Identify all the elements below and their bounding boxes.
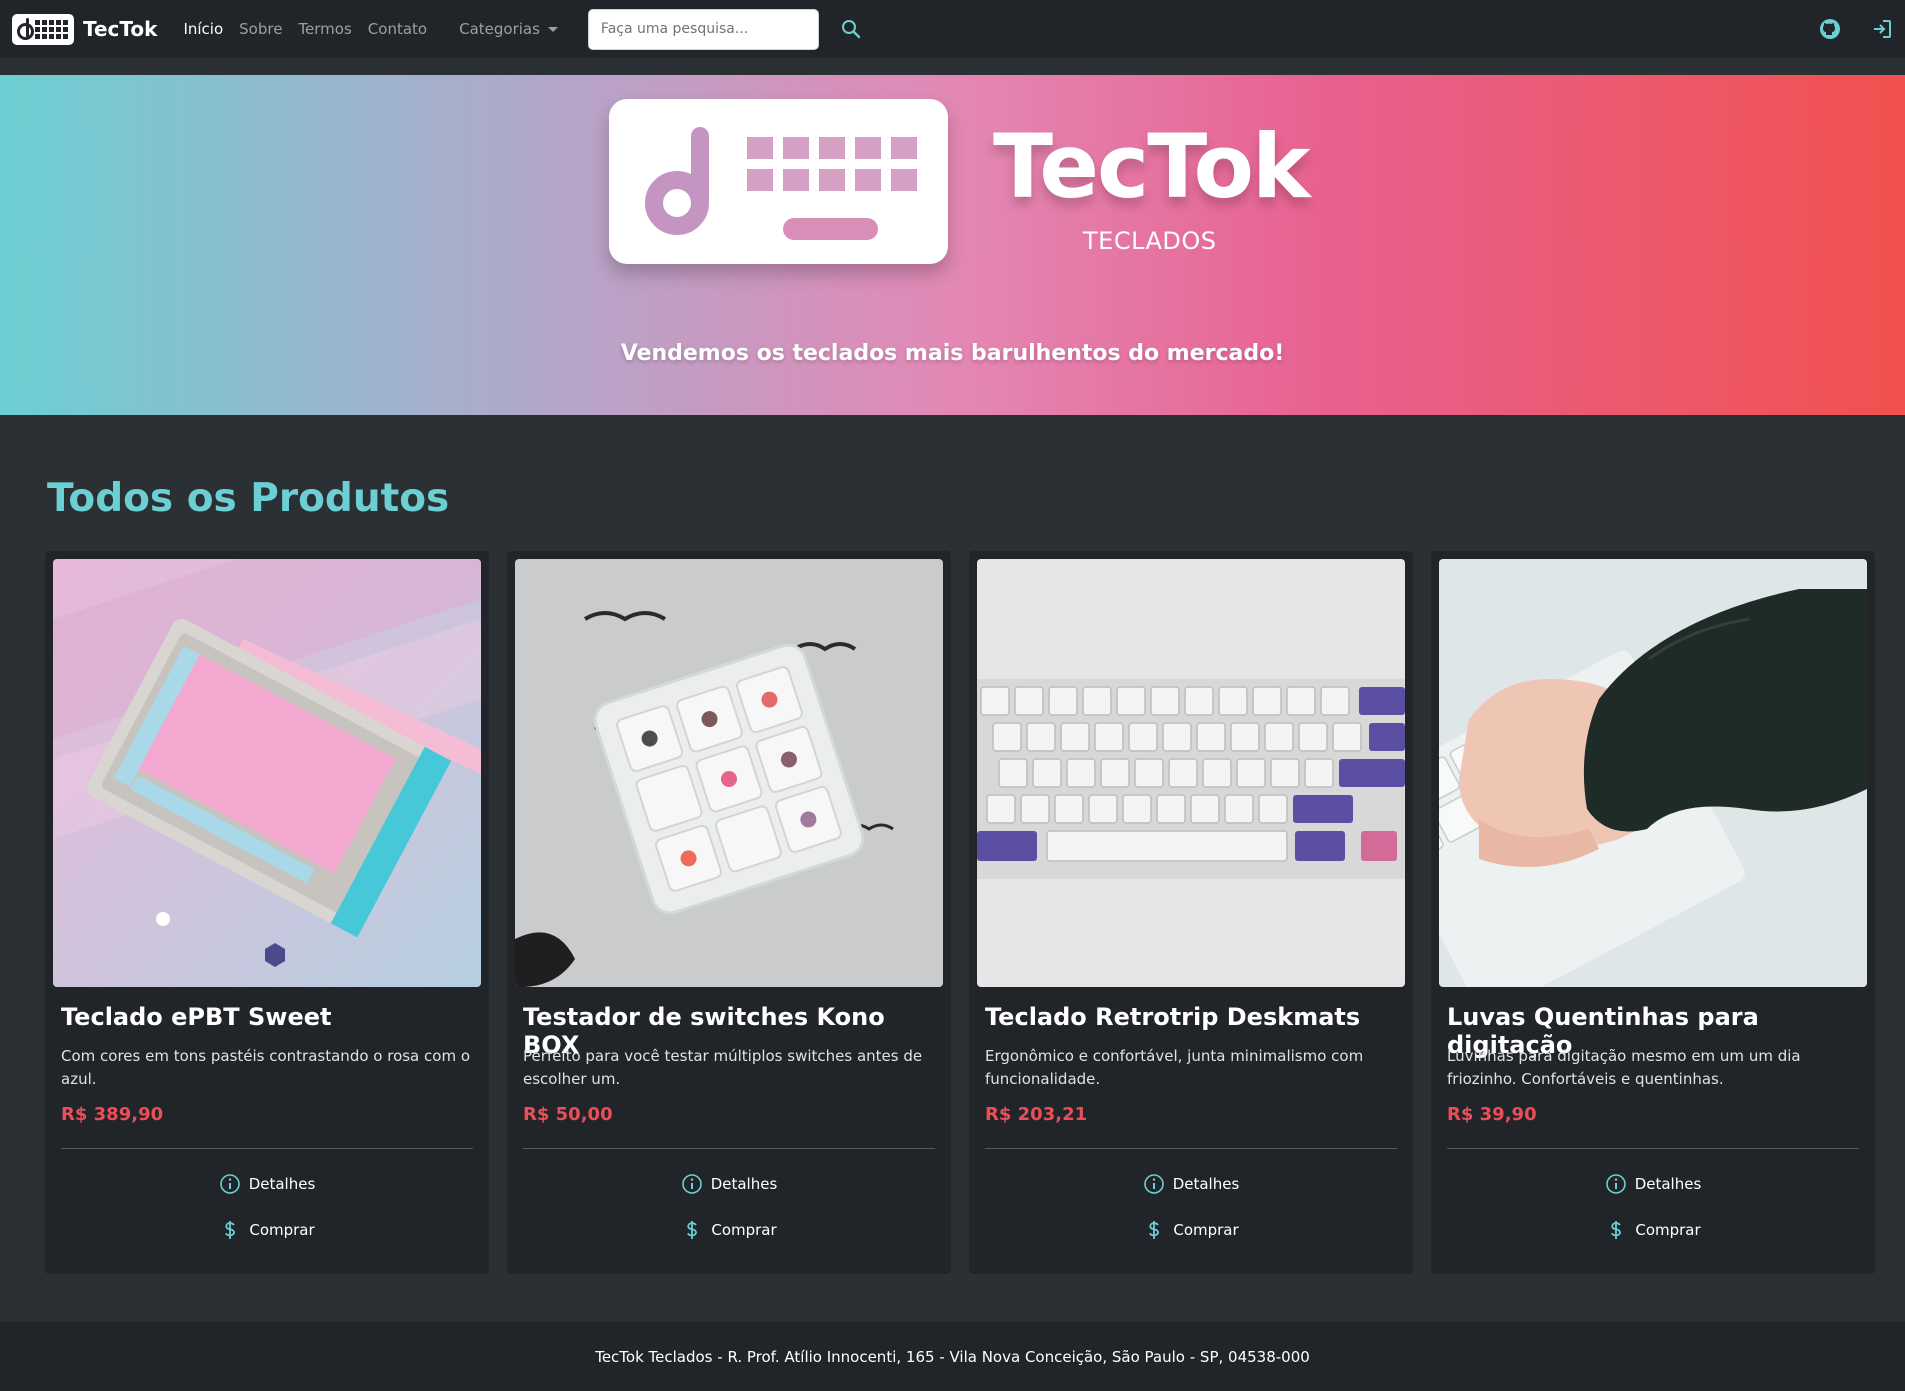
product-image-typing-gloves[interactable]	[1439, 559, 1867, 987]
product-image-switch-tester[interactable]	[515, 559, 943, 987]
github-link[interactable]	[1817, 16, 1843, 42]
divider	[985, 1148, 1397, 1149]
product-card: Teclado ePBT Sweet Com cores em tons pas…	[45, 551, 489, 1274]
dollar-icon	[687, 1221, 698, 1239]
login-icon	[1874, 20, 1891, 38]
navbar: TecTok Início Sobre Termos Contato Categ…	[0, 0, 1905, 58]
info-circle-icon	[219, 1174, 240, 1194]
product-description: Luvinhas para digitação mesmo em um um d…	[1447, 1047, 1801, 1088]
nav-link-termos[interactable]: Termos	[298, 20, 351, 38]
buy-button[interactable]: Comprar	[507, 1215, 951, 1245]
info-circle-icon	[1605, 1174, 1626, 1194]
product-price: R$ 50,00	[523, 1104, 613, 1125]
divider	[61, 1148, 473, 1149]
dollar-icon	[1611, 1221, 1622, 1239]
product-image-retro-keyboard[interactable]	[977, 559, 1405, 987]
search-icon	[841, 20, 861, 39]
product-description: Perfeito para você testar múltiplos swit…	[523, 1047, 923, 1088]
hero-logo-icon	[609, 99, 948, 264]
details-button[interactable]: Detalhes	[507, 1169, 951, 1199]
divider	[1447, 1148, 1859, 1149]
product-card: Testador de switches Kono BOX Perfeito p…	[507, 551, 951, 1274]
hero-subtitle: TECLADOS	[1083, 227, 1217, 255]
caret-down-icon	[547, 26, 558, 32]
categories-dropdown-label: Categorias	[459, 20, 540, 38]
buy-button[interactable]: Comprar	[1431, 1215, 1875, 1245]
details-label: Detalhes	[248, 1175, 316, 1193]
details-button[interactable]: Detalhes	[969, 1169, 1413, 1199]
brand-logo-icon	[12, 13, 74, 45]
details-button[interactable]: Detalhes	[1431, 1169, 1875, 1199]
brand-name: TecTok	[83, 17, 158, 41]
info-circle-icon	[681, 1174, 702, 1194]
footer: TecTok Teclados - R. Prof. Atílio Innoce…	[0, 1322, 1905, 1391]
details-label: Detalhes	[1634, 1175, 1702, 1193]
search-input[interactable]	[587, 8, 819, 50]
categories-dropdown[interactable]: Categorias	[459, 20, 558, 38]
brand[interactable]: TecTok	[12, 0, 157, 58]
product-price: R$ 389,90	[61, 1104, 164, 1125]
buy-label: Comprar	[711, 1221, 777, 1239]
dollar-icon	[225, 1221, 236, 1239]
buy-button[interactable]: Comprar	[45, 1215, 489, 1245]
divider	[523, 1148, 935, 1149]
details-label: Detalhes	[1172, 1175, 1240, 1193]
buy-label: Comprar	[1173, 1221, 1239, 1239]
product-description: Com cores em tons pastéis contrastando o…	[61, 1047, 470, 1088]
section-title: Todos os Produtos	[47, 476, 450, 521]
dollar-icon	[1149, 1221, 1160, 1239]
hero-banner: TecTok TECLADOS Vendemos os teclados mai…	[0, 75, 1905, 415]
nav-right	[1817, 0, 1895, 58]
nav-link-sobre[interactable]: Sobre	[239, 20, 282, 38]
info-circle-icon	[1143, 1174, 1164, 1194]
login-link[interactable]	[1869, 16, 1895, 42]
hero-tagline: Vendemos os teclados mais barulhentos do…	[620, 341, 1285, 366]
buy-label: Comprar	[249, 1221, 315, 1239]
product-card: Teclado Retrotrip Deskmats Ergonômico e …	[969, 551, 1413, 1274]
product-price: R$ 39,90	[1447, 1104, 1537, 1125]
product-price: R$ 203,21	[985, 1104, 1088, 1125]
buy-label: Comprar	[1635, 1221, 1701, 1239]
buy-button[interactable]: Comprar	[969, 1215, 1413, 1245]
github-icon	[1820, 19, 1840, 39]
nav-link-contato[interactable]: Contato	[368, 20, 427, 38]
product-title[interactable]: Teclado Retrotrip Deskmats	[985, 1003, 1405, 1031]
footer-address: TecTok Teclados - R. Prof. Atílio Innoce…	[595, 1347, 1310, 1366]
product-image-keyboard-pastel[interactable]	[53, 559, 481, 987]
details-button[interactable]: Detalhes	[45, 1169, 489, 1199]
product-title[interactable]: Teclado ePBT Sweet	[61, 1003, 481, 1031]
product-card: Luvas Quentinhas para digitação Luvinhas…	[1431, 551, 1875, 1274]
nav-link-inicio[interactable]: Início	[183, 20, 223, 38]
search-button[interactable]	[839, 17, 863, 41]
product-description: Ergonômico e confortável, junta minimali…	[985, 1047, 1364, 1088]
hero-title: TecTok	[993, 115, 1311, 218]
details-label: Detalhes	[710, 1175, 778, 1193]
